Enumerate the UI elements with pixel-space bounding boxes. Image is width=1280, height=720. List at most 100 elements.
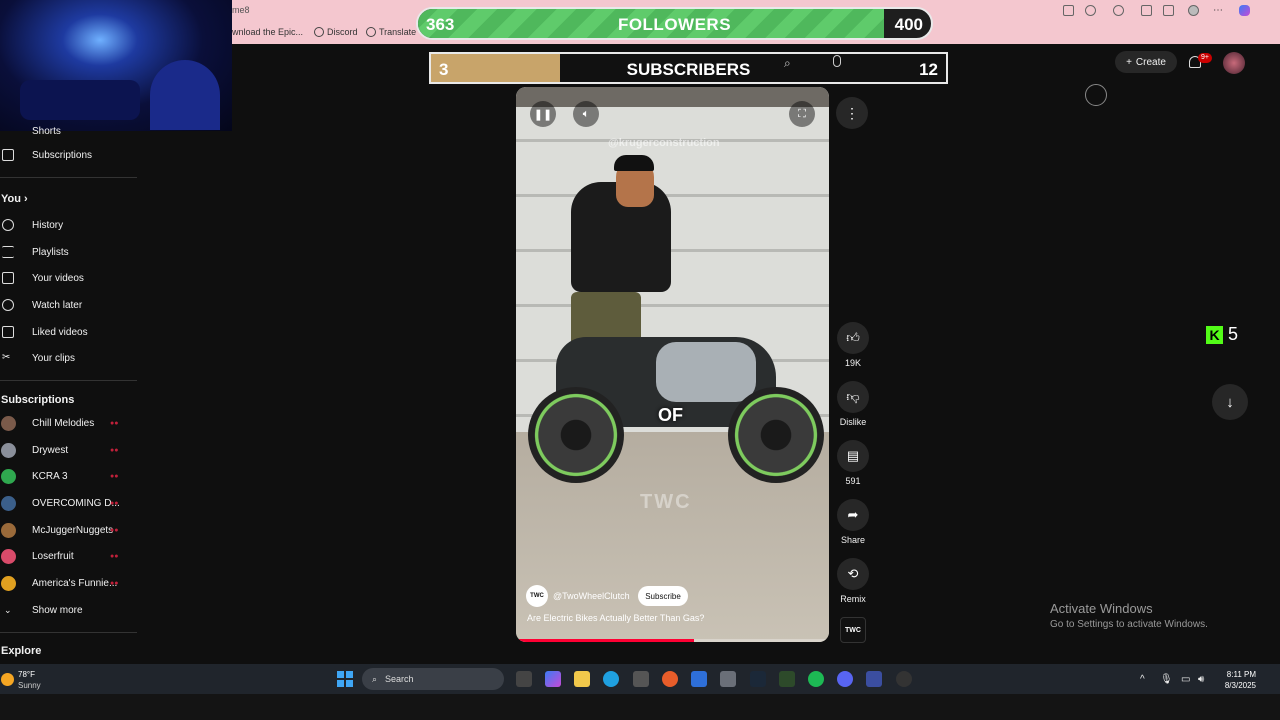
sidebar-channel[interactable]: OVERCOMING D... ●● xyxy=(0,493,138,513)
sidebar-item-shorts[interactable]: Shorts xyxy=(0,124,138,138)
sidebar-subscriptions-heading: Subscriptions xyxy=(1,394,75,406)
windows-start-icon[interactable] xyxy=(337,671,353,687)
sidebar-channel[interactable]: America's Funnie... ●● xyxy=(0,573,138,593)
subscribe-button[interactable]: Subscribe xyxy=(638,586,688,606)
plus-icon: + xyxy=(1126,56,1132,68)
share-button[interactable]: ➦ Share xyxy=(836,499,870,545)
chevron-right-icon: › xyxy=(24,193,28,205)
avatar xyxy=(1,575,16,591)
sidebar-channel[interactable]: Loserfruit ●● xyxy=(0,546,138,566)
sidebar-item-subscriptions[interactable]: Subscriptions xyxy=(0,145,138,165)
globe-icon xyxy=(314,27,324,37)
extensions-icon[interactable] xyxy=(1113,5,1124,16)
sun-icon[interactable] xyxy=(1,673,14,686)
volume-icon[interactable]: 🔊︎ xyxy=(1198,674,1204,685)
video-watermark: @krugerconstruction xyxy=(608,137,720,149)
sidebar-channel[interactable]: Chill Melodies ●● xyxy=(0,413,138,433)
remix-button[interactable]: ⟲ Remix xyxy=(836,558,870,604)
firefox-icon[interactable] xyxy=(662,671,678,687)
copilot-icon[interactable] xyxy=(1239,5,1250,16)
store-icon[interactable] xyxy=(633,671,649,687)
split-icon[interactable] xyxy=(1141,5,1152,16)
sidebar-item-history[interactable]: History xyxy=(0,215,138,235)
favorites-icon[interactable] xyxy=(1163,5,1174,16)
more-icon[interactable]: ⋯ xyxy=(1213,5,1224,16)
sidebar-item-your-clips[interactable]: ✂ Your clips xyxy=(0,348,138,368)
search-icon[interactable]: ⌕ xyxy=(784,56,791,71)
notification-badge: 9+ xyxy=(1198,53,1212,63)
calculator-icon[interactable] xyxy=(720,671,736,687)
sidebar-item-liked-videos[interactable]: Liked videos xyxy=(0,322,138,342)
live-icon: ●● xyxy=(110,419,119,427)
edge-icon[interactable] xyxy=(603,671,619,687)
sidebar-item-playlists[interactable]: Playlists xyxy=(0,242,138,262)
live-icon: ●● xyxy=(110,446,119,454)
video-progress-bar[interactable] xyxy=(516,639,829,642)
app-icon[interactable] xyxy=(779,671,795,687)
profile-icon[interactable] xyxy=(1188,5,1199,16)
mic-icon[interactable]: 🎙︎ xyxy=(1160,674,1173,685)
avatar[interactable] xyxy=(1223,52,1245,74)
steam-icon[interactable] xyxy=(750,671,766,687)
dropbox-icon[interactable] xyxy=(691,671,707,687)
system-clock[interactable]: 8:11 PM 8/3/2025 xyxy=(1216,669,1256,691)
avatar xyxy=(1,415,16,431)
obs-icon[interactable] xyxy=(896,671,912,687)
show-more-button[interactable]: ⌄ Show more xyxy=(0,600,138,620)
bookmark-translate[interactable]: Translate xyxy=(366,27,416,37)
video-title[interactable]: Are Electric Bikes Actually Better Than … xyxy=(527,613,704,623)
discord-icon[interactable] xyxy=(837,671,853,687)
remix-icon: ⟲ xyxy=(837,558,869,590)
avatar xyxy=(1,548,16,564)
bookmark-discord[interactable]: Discord xyxy=(314,27,358,37)
live-icon: ●● xyxy=(110,579,119,587)
like-button[interactable]: 👍︎ 19K xyxy=(836,322,870,368)
create-button[interactable]: + Create xyxy=(1115,51,1177,73)
video-bike-wheel xyxy=(728,387,824,483)
subscribers-label: SUBSCRIBERS xyxy=(626,60,751,79)
comments-button[interactable]: ▤ 591 xyxy=(836,440,870,486)
sidebar-channel[interactable]: KCRA 3 ●● xyxy=(0,466,138,486)
task-view-icon[interactable] xyxy=(516,671,532,687)
spotify-icon[interactable] xyxy=(808,671,824,687)
network-icon[interactable]: ▭ xyxy=(1181,674,1190,685)
shorts-video-player[interactable]: @krugerconstruction OF TWC ❚❚ 🔈︎ ⛶ TWC @… xyxy=(516,87,829,642)
taskbar-search[interactable]: ⌕ Search xyxy=(362,668,504,690)
bookmark-epic[interactable]: wnload the Epic... xyxy=(232,27,303,37)
playlist-icon xyxy=(2,246,14,258)
sidebar-channel[interactable]: McJuggerNuggets ●● xyxy=(0,520,138,540)
file-explorer-icon[interactable] xyxy=(574,671,590,687)
webcam-figure xyxy=(150,60,220,130)
address-bar[interactable]: me8 xyxy=(232,5,250,15)
copilot-icon[interactable] xyxy=(545,671,561,687)
chevron-up-icon[interactable]: ^ xyxy=(1140,674,1145,685)
channel-handle[interactable]: @TwoWheelClutch xyxy=(553,591,630,601)
dislike-button[interactable]: 👎︎ Dislike xyxy=(836,381,870,427)
followers-goal-bar: 363 FOLLOWERS 400 xyxy=(416,7,933,40)
next-video-button[interactable]: ↓ xyxy=(1212,384,1248,420)
app-icon[interactable] xyxy=(866,671,882,687)
weather-temperature[interactable]: 78°F xyxy=(18,670,35,679)
divider xyxy=(0,380,137,381)
star-icon[interactable] xyxy=(1085,5,1096,16)
sidebar-item-watch-later[interactable]: Watch later xyxy=(0,295,138,315)
pause-icon[interactable]: ❚❚ xyxy=(530,101,556,127)
video-progress-fill xyxy=(516,639,695,642)
fullscreen-icon[interactable]: ⛶ xyxy=(789,101,815,127)
video-caption: OF xyxy=(658,405,683,425)
volume-icon[interactable]: 🔈︎ xyxy=(573,101,599,127)
channel-avatar[interactable]: TWC xyxy=(526,585,548,607)
weather-description[interactable]: Sunny xyxy=(18,681,41,690)
avatar xyxy=(1,468,16,484)
kick-logo-icon: K xyxy=(1206,325,1223,344)
kick-viewer-count: K 5 xyxy=(1206,324,1238,345)
mic-icon[interactable] xyxy=(833,55,841,67)
sidebar-you-heading[interactable]: You › xyxy=(1,193,28,205)
sidebar-channel[interactable]: Drywest ●● xyxy=(0,440,138,460)
scissors-icon: ✂ xyxy=(2,352,11,363)
avatar xyxy=(1,495,16,511)
channel-thumbnail[interactable]: TWC xyxy=(840,617,866,643)
reader-icon[interactable] xyxy=(1063,5,1074,16)
sidebar-item-your-videos[interactable]: Your videos xyxy=(0,268,138,288)
more-options-icon[interactable]: ⋮ xyxy=(836,97,868,129)
